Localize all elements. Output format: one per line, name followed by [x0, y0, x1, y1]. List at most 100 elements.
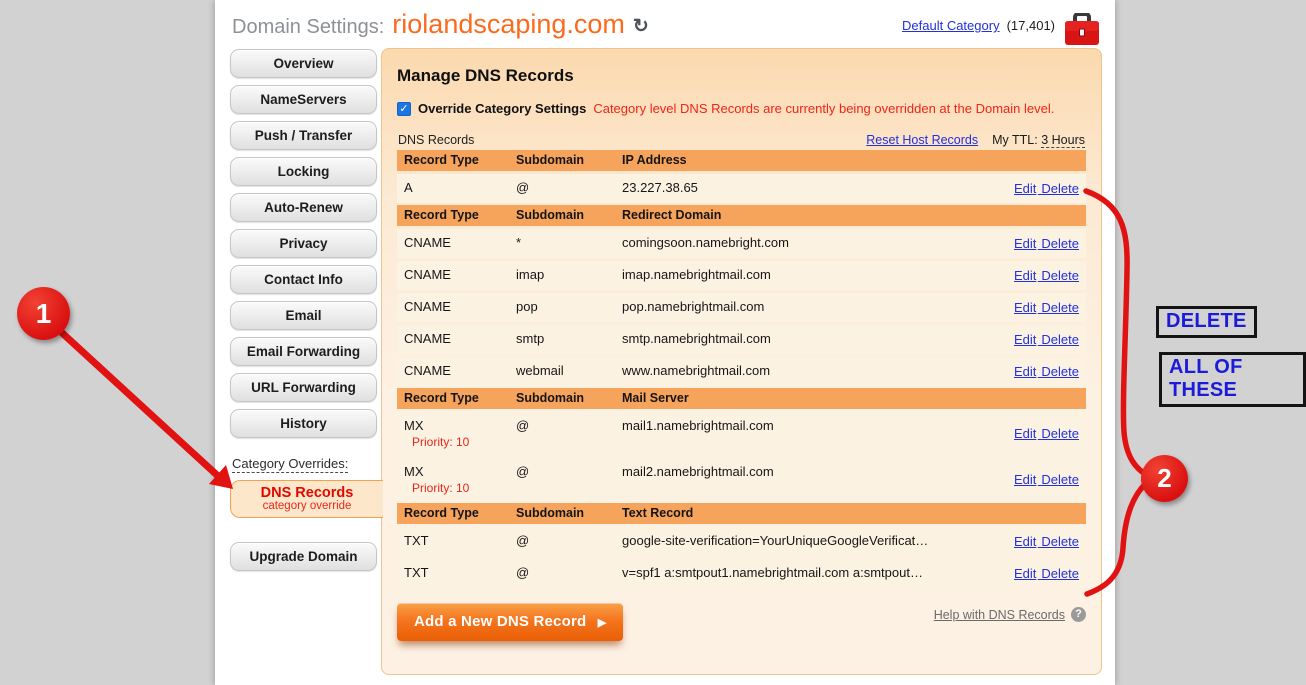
question-mark-icon[interactable]: ?	[1071, 607, 1086, 622]
record-type-value: TXT	[404, 533, 516, 548]
page-title-label: Domain Settings:	[232, 16, 384, 39]
edit-link[interactable]: Edit	[1014, 181, 1036, 196]
edit-link[interactable]: Edit	[1014, 268, 1036, 283]
ttl-label-text: My TTL:	[992, 133, 1038, 147]
record-type-value: CNAME	[404, 299, 516, 314]
briefcase-icon[interactable]	[1062, 13, 1102, 47]
sidebar-item-contact-info[interactable]: Contact Info	[230, 265, 377, 294]
subdomain-cell: imap	[516, 266, 622, 282]
delete-link[interactable]: Delete	[1041, 236, 1079, 251]
refresh-icon[interactable]: ↻	[633, 15, 649, 38]
record-type-value: CNAME	[404, 267, 516, 282]
edit-link[interactable]: Edit	[1014, 364, 1036, 379]
default-category-count: (17,401)	[1007, 18, 1055, 33]
edit-link[interactable]: Edit	[1014, 332, 1036, 347]
override-checkbox[interactable]: ✓	[397, 102, 411, 116]
record-type-cell: CNAME	[404, 266, 516, 282]
sidebar-item-auto-renew[interactable]: Auto-Renew	[230, 193, 377, 222]
table-row: CNAME*comingsoon.namebright.comEdit Dele…	[397, 229, 1086, 258]
dns-records-label: DNS Records	[233, 485, 381, 501]
table-section-header: Record TypeSubdomainIP Address	[397, 150, 1086, 171]
edit-link[interactable]: Edit	[1014, 236, 1036, 251]
record-type-cell: A	[404, 179, 516, 195]
table-row: CNAMEimapimap.namebrightmail.comEdit Del…	[397, 261, 1086, 290]
table-section-header: Record TypeSubdomainMail Server	[397, 388, 1086, 409]
step-1-badge: 1	[17, 287, 70, 340]
delete-link[interactable]: Delete	[1041, 364, 1079, 379]
reset-host-records-link[interactable]: Reset Host Records	[866, 133, 978, 147]
panel-footer: Add a New DNS Record ▶ Help with DNS Rec…	[397, 603, 1086, 641]
edit-link[interactable]: Edit	[1014, 300, 1036, 315]
sidebar-item-email[interactable]: Email	[230, 301, 377, 330]
delete-link[interactable]: Delete	[1041, 566, 1079, 581]
sidebar-item-nameservers[interactable]: NameServers	[230, 85, 377, 114]
record-type-cell: TXT	[404, 532, 516, 548]
delete-link[interactable]: Delete	[1041, 472, 1079, 487]
sidebar-item-privacy[interactable]: Privacy	[230, 229, 377, 258]
delete-link[interactable]: Delete	[1041, 426, 1079, 441]
row-actions: Edit Delete	[995, 332, 1079, 347]
subdomain-cell: pop	[516, 298, 622, 314]
record-value-cell: pop.namebrightmail.com	[622, 298, 995, 314]
sidebar-item-dns-records[interactable]: DNS Records category override	[230, 480, 383, 518]
delete-link[interactable]: Delete	[1041, 534, 1079, 549]
ttl-value[interactable]: 3 Hours	[1041, 133, 1085, 148]
record-type-cell: TXT	[404, 564, 516, 580]
record-value-cell: 23.227.38.65	[622, 179, 995, 195]
sidebar: Overview NameServers Push / Transfer Lockin…	[230, 48, 377, 675]
sidebar-item-url-forwarding[interactable]: URL Forwarding	[230, 373, 377, 402]
header-right: Default Category (17,401)	[902, 9, 1102, 47]
record-value-cell: smtp.namebrightmail.com	[622, 330, 995, 346]
sidebar-item-locking[interactable]: Locking	[230, 157, 377, 186]
annotation-all-of-these-label: ALL OF THESE	[1159, 352, 1306, 407]
dns-records-sublabel: category override	[233, 500, 381, 512]
record-type-cell: MXPriority: 10	[404, 463, 516, 495]
column-header-subdomain: Subdomain	[516, 208, 622, 222]
add-dns-record-button[interactable]: Add a New DNS Record ▶	[397, 603, 623, 641]
delete-link[interactable]: Delete	[1041, 268, 1079, 283]
edit-link[interactable]: Edit	[1014, 472, 1036, 487]
sidebar-item-push-transfer[interactable]: Push / Transfer	[230, 121, 377, 150]
arrow-right-icon: ▶	[598, 617, 607, 629]
row-actions: Edit Delete	[995, 236, 1079, 251]
column-header-subdomain: Subdomain	[516, 153, 622, 167]
delete-link[interactable]: Delete	[1041, 332, 1079, 347]
column-header-record-type: Record Type	[404, 208, 516, 222]
default-category-link[interactable]: Default Category	[902, 18, 1000, 33]
dns-records-table-label: DNS Records	[398, 133, 474, 147]
edit-link[interactable]: Edit	[1014, 566, 1036, 581]
domain-settings-page: Domain Settings: riolandscaping.com ↻ De…	[215, 0, 1115, 685]
step-2-badge: 2	[1141, 455, 1188, 502]
column-header-record-type: Record Type	[404, 506, 516, 520]
table-row: TXT@google-site-verification=YourUniqueG…	[397, 527, 1086, 556]
help-dns-records-link[interactable]: Help with DNS Records	[934, 608, 1065, 622]
sidebar-item-history[interactable]: History	[230, 409, 377, 438]
subdomain-cell: @	[516, 463, 622, 479]
page-title: Domain Settings: riolandscaping.com ↻	[230, 9, 649, 40]
delete-link[interactable]: Delete	[1041, 300, 1079, 315]
record-type-cell: CNAME	[404, 298, 516, 314]
content-area: Overview NameServers Push / Transfer Lockin…	[230, 48, 1102, 675]
category-overrides-link[interactable]: Category Overrides:	[232, 456, 348, 473]
annotation-delete-label: DELETE	[1156, 306, 1257, 338]
sidebar-item-upgrade-domain[interactable]: Upgrade Domain	[230, 542, 377, 571]
sidebar-item-overview[interactable]: Overview	[230, 49, 377, 78]
column-header-record-type: Record Type	[404, 391, 516, 405]
delete-link[interactable]: Delete	[1041, 181, 1079, 196]
override-warning-text: Category level DNS Records are currently…	[593, 101, 1054, 116]
row-actions: Edit Delete	[995, 566, 1079, 581]
column-header-value: Text Record	[622, 506, 995, 520]
sidebar-item-email-forwarding[interactable]: Email Forwarding	[230, 337, 377, 366]
annotation-arrow-1	[60, 331, 233, 489]
subdomain-cell: @	[516, 564, 622, 580]
edit-link[interactable]: Edit	[1014, 534, 1036, 549]
manage-dns-panel: Manage DNS Records ✓ Override Category S…	[381, 48, 1102, 675]
record-value-cell: mail2.namebrightmail.com	[622, 463, 995, 479]
panel-title: Manage DNS Records	[397, 66, 1086, 86]
table-meta-row: DNS Records Reset Host Records My TTL: 3…	[397, 133, 1086, 147]
row-actions: Edit Delete	[995, 268, 1079, 283]
record-type-value: CNAME	[404, 235, 516, 250]
edit-link[interactable]: Edit	[1014, 426, 1036, 441]
record-value-cell: v=spf1 a:smtpout1.namebrightmail.com a:s…	[622, 564, 995, 580]
row-actions: Edit Delete	[995, 181, 1079, 196]
